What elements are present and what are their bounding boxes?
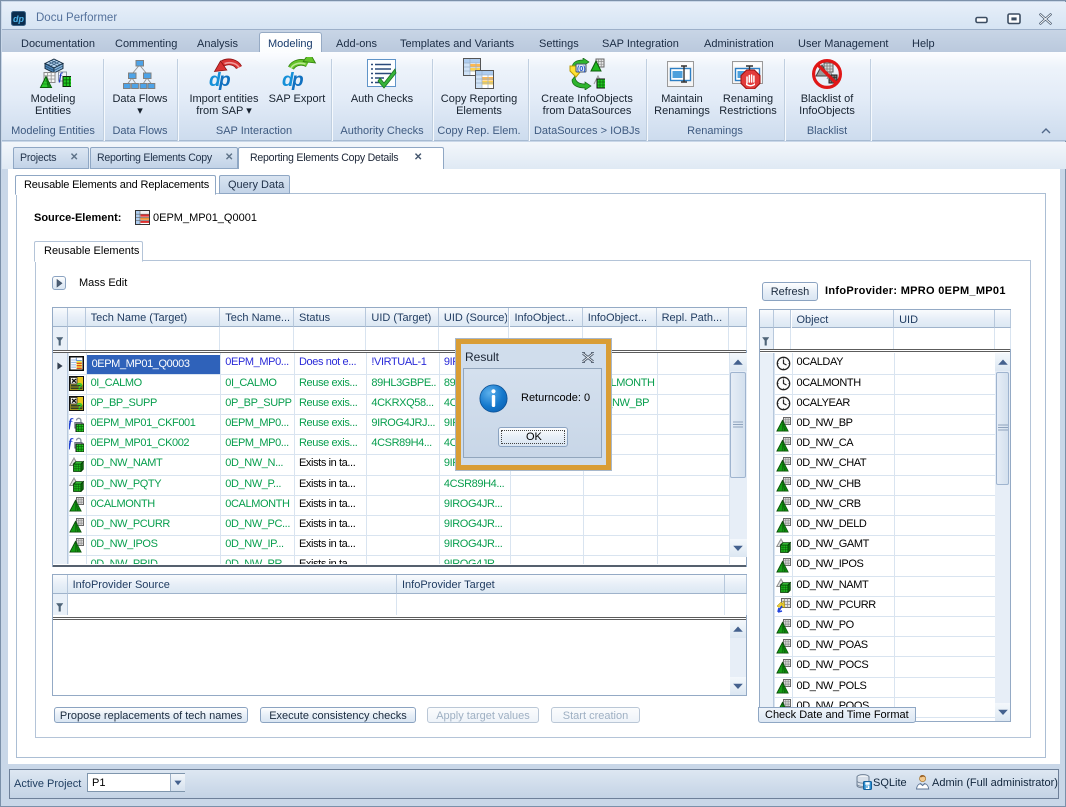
svg-text:?: ?	[76, 401, 82, 411]
svg-text:p: p	[218, 70, 230, 91]
svg-text:f: f	[69, 417, 74, 430]
svg-text:?: ?	[76, 381, 82, 391]
svg-text:dp: dp	[13, 14, 24, 24]
svg-text:p: p	[291, 70, 303, 91]
svg-text:f: f	[69, 437, 74, 450]
svg-text:(0): (0)	[577, 66, 586, 73]
